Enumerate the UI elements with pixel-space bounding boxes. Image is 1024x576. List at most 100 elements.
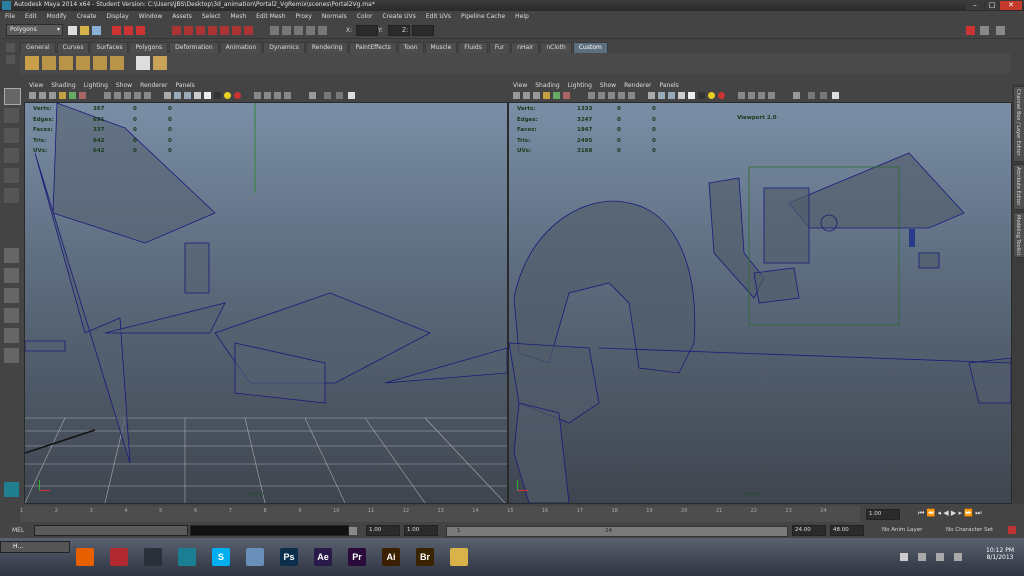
gate-mask-icon[interactable] <box>598 92 605 99</box>
taskbar-folder[interactable] <box>444 542 474 572</box>
select-tool-icon[interactable] <box>4 88 21 105</box>
menu-edit[interactable]: Edit <box>20 13 42 20</box>
panel-menu-view[interactable]: View <box>29 82 43 90</box>
poly-smooth-icon[interactable] <box>110 56 124 70</box>
go-to-start-icon[interactable]: ⏮ <box>918 509 924 517</box>
play-backward-icon[interactable]: ◀ <box>943 509 948 517</box>
panel-menu-shading[interactable]: Shading <box>535 82 559 90</box>
poly-bevel-icon[interactable] <box>59 56 73 70</box>
select-dynamics-icon[interactable] <box>244 26 253 35</box>
command-line-input[interactable] <box>34 525 188 536</box>
poly-merge-icon[interactable] <box>76 56 90 70</box>
active-window-button[interactable]: H... <box>0 541 70 553</box>
use-all-lights-icon[interactable] <box>204 92 211 99</box>
film-gate-icon[interactable] <box>79 92 86 99</box>
shelf-options-icon[interactable] <box>6 55 15 64</box>
battery-icon[interactable] <box>954 553 962 561</box>
xray-icon[interactable] <box>264 92 271 99</box>
move-tool-icon[interactable] <box>4 148 19 163</box>
menu-select[interactable]: Select <box>197 13 226 20</box>
snap-plane-icon[interactable] <box>306 26 315 35</box>
z-field[interactable] <box>412 25 434 36</box>
taskbar-premiere[interactable]: Pr <box>342 542 372 572</box>
panel-menu-renderer[interactable]: Renderer <box>624 82 651 90</box>
select-object-icon[interactable] <box>124 26 133 35</box>
left-viewport[interactable]: Verts: 367 0 0 Edges: 691 0 0 Faces: 337 0 0 Tris: 64… <box>24 102 508 504</box>
step-back-icon[interactable]: ⏪ <box>927 509 936 517</box>
save-scene-icon[interactable] <box>92 26 101 35</box>
maximize-button[interactable]: □ <box>985 1 999 10</box>
menu-mesh[interactable]: Mesh <box>225 13 251 20</box>
menu-file[interactable]: File <box>0 13 20 20</box>
menu-pipeline-cache[interactable]: Pipeline Cache <box>456 13 510 20</box>
select-hierarchy-icon[interactable] <box>112 26 121 35</box>
panel-menu-panels[interactable]: Panels <box>175 82 194 90</box>
safe-title-icon[interactable] <box>628 92 635 99</box>
textured-icon[interactable] <box>194 92 201 99</box>
menu-color[interactable]: Color <box>352 13 378 20</box>
xray-active-icon[interactable] <box>274 92 281 99</box>
select-joints-icon[interactable] <box>196 26 205 35</box>
image-plane-icon[interactable] <box>59 92 66 99</box>
poly-cube-icon[interactable] <box>25 56 39 70</box>
hypershade-layout-icon[interactable] <box>4 348 19 363</box>
step-back-frame-icon[interactable]: ◂ <box>938 509 942 517</box>
persp-graph-layout-icon[interactable] <box>4 328 19 343</box>
lasso-tool-icon[interactable] <box>4 108 19 123</box>
high-quality-icon[interactable] <box>793 92 800 99</box>
paint-select-tool-icon[interactable] <box>4 128 19 143</box>
menu-display[interactable]: Display <box>102 13 134 20</box>
play-forward-icon[interactable]: ▶ <box>951 509 956 517</box>
wireframe-icon[interactable] <box>164 92 171 99</box>
character-set-dropdown[interactable]: No Character Set <box>946 527 993 533</box>
smooth-shade-icon[interactable] <box>658 92 665 99</box>
resolution-gate-icon[interactable] <box>104 92 111 99</box>
rotate-tool-icon[interactable] <box>4 168 19 183</box>
freeze-transform-icon[interactable] <box>153 56 167 70</box>
panel-menu-show[interactable]: Show <box>116 82 132 90</box>
taskbar-after-effects[interactable]: Ae <box>308 542 338 572</box>
field-chart-icon[interactable] <box>124 92 131 99</box>
isolate-select-icon[interactable] <box>254 92 261 99</box>
taskbar-firefox[interactable] <box>70 542 100 572</box>
menu-create-uvs[interactable]: Create UVs <box>377 13 420 20</box>
wireframe-on-shaded-icon[interactable] <box>668 92 675 99</box>
dof-icon[interactable] <box>324 92 331 99</box>
go-to-end-icon[interactable]: ⏭ <box>975 509 981 517</box>
taskbar-bridge[interactable]: Br <box>410 542 440 572</box>
xray-joints-icon[interactable] <box>284 92 291 99</box>
close-button[interactable]: ✕ <box>1000 1 1022 10</box>
scale-tool-icon[interactable] <box>4 188 19 203</box>
tab-attribute-editor[interactable]: Attribute Editor <box>1013 164 1024 210</box>
smooth-shade-icon[interactable] <box>174 92 181 99</box>
panel-menu-lighting[interactable]: Lighting <box>568 82 592 90</box>
bookmark-icon[interactable] <box>49 92 56 99</box>
start-time-field[interactable]: 1.00 <box>366 525 400 536</box>
show-hide-channel-box-icon[interactable] <box>966 26 975 35</box>
panel-menu-show[interactable]: Show <box>600 82 616 90</box>
tab-modeling-toolkit[interactable]: Modeling Toolkit <box>1013 212 1024 258</box>
panel-menu-view[interactable]: View <box>513 82 527 90</box>
menu-proxy[interactable]: Proxy <box>290 13 316 20</box>
taskbar-photoshop[interactable]: Ps <box>274 542 304 572</box>
tab-channel-box[interactable]: Channel Box / Layer Editor <box>1013 86 1024 162</box>
menu-create[interactable]: Create <box>72 13 102 20</box>
menu-window[interactable]: Window <box>134 13 168 20</box>
current-frame-field[interactable]: 1.00 <box>866 509 900 520</box>
shadows-icon[interactable] <box>214 92 221 99</box>
clock[interactable]: 10:12 PM 8/1/2013 <box>980 547 1020 561</box>
menuset-dropdown[interactable]: Polygons ▾ <box>6 24 63 36</box>
grid-icon[interactable] <box>553 92 560 99</box>
side-by-side-layout-icon[interactable] <box>4 288 19 303</box>
script-editor-icon[interactable] <box>349 527 357 535</box>
new-scene-icon[interactable] <box>68 26 77 35</box>
select-component-icon[interactable] <box>136 26 145 35</box>
x-field[interactable] <box>356 25 378 36</box>
select-by-type-icon[interactable] <box>172 26 181 35</box>
gate-mask-icon[interactable] <box>114 92 121 99</box>
wireframe-icon[interactable] <box>648 92 655 99</box>
poly-split-icon[interactable] <box>93 56 107 70</box>
dof-icon[interactable] <box>808 92 815 99</box>
manipulator-icon[interactable] <box>348 92 355 99</box>
motion-blur-icon[interactable] <box>234 92 241 99</box>
